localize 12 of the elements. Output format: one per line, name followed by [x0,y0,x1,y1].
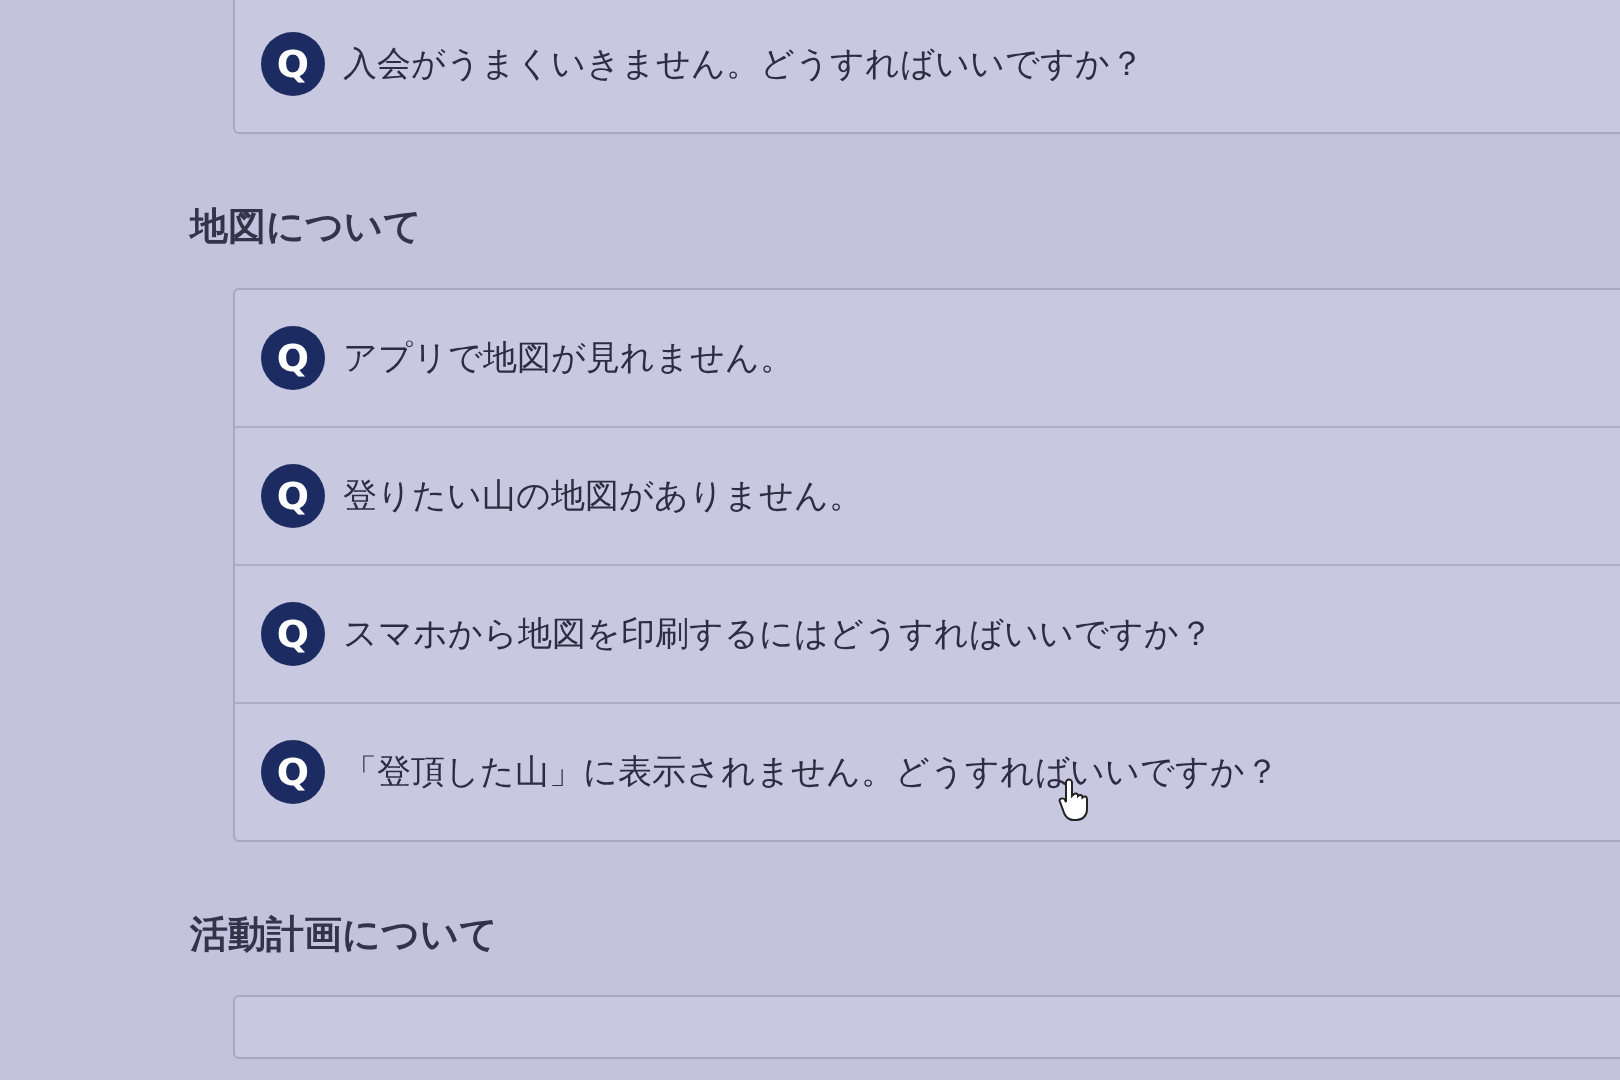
question-link[interactable]: 入会がうまくいきません。どうすればいいですか？ [343,41,1144,87]
question-badge: Q [261,463,325,528]
question-link[interactable]: アプリで地図が見れません。 [343,334,794,381]
section-heading: 活動計画について [190,911,499,958]
question-badge: Q [261,739,325,804]
section-heading: 地図について [190,204,423,250]
question-badge: Q [261,325,325,390]
question-link[interactable]: 「登頂した山」に表示されません。どうすればいいですか？ [343,748,1279,795]
question-badge: Q [261,601,325,666]
question-badge: Q [261,32,325,96]
question-link[interactable]: スマホから地図を印刷するにはどうすればいいですか？ [343,610,1213,657]
question-link[interactable]: 登りたい山の地図がありません。 [343,472,863,519]
